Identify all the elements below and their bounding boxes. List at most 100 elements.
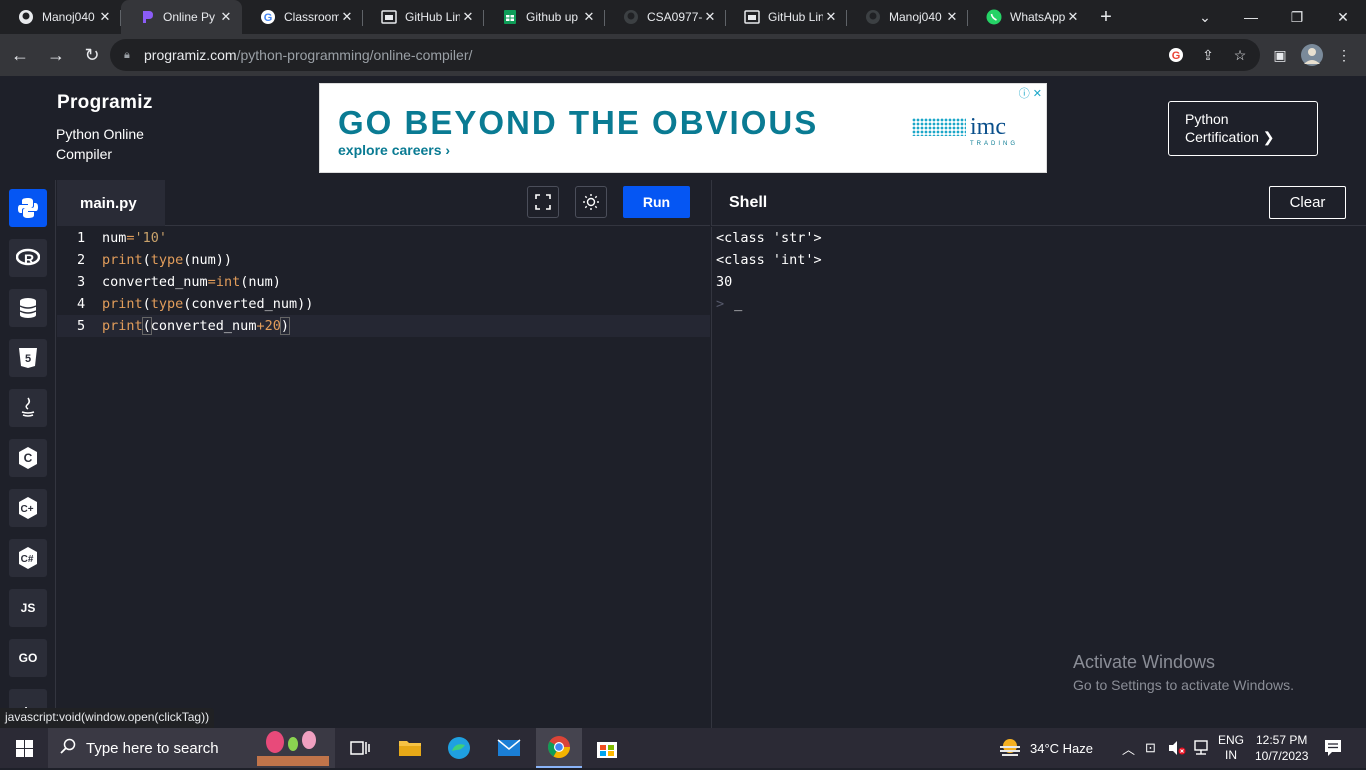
run-button[interactable]: Run — [623, 186, 690, 218]
file-tab-main-py[interactable]: main.py — [57, 180, 165, 226]
notifications-icon[interactable] — [1324, 728, 1342, 768]
close-icon[interactable]: ✕ — [581, 9, 597, 25]
forward-icon[interactable]: → — [40, 39, 72, 71]
clock-date: 10/7/2023 — [1255, 749, 1309, 763]
file-explorer-icon[interactable] — [394, 732, 426, 764]
weather-widget[interactable]: 34°C Haze — [998, 728, 1093, 768]
close-icon[interactable]: ✕ — [339, 9, 355, 25]
cpp-language-icon[interactable]: C+ — [9, 489, 47, 527]
close-icon[interactable]: ✕ — [1065, 9, 1081, 25]
code-line[interactable]: 2 print(type(num)) — [57, 249, 710, 271]
sheets-icon — [502, 9, 518, 25]
close-icon[interactable]: ✕ — [460, 9, 476, 25]
github-icon — [623, 9, 639, 25]
mail-icon[interactable] — [493, 732, 525, 764]
close-icon[interactable]: ✕ — [97, 9, 113, 25]
tab-title: WhatsApp — [1010, 10, 1065, 24]
line-number: 5 — [77, 318, 86, 334]
network-icon[interactable] — [1192, 728, 1210, 768]
tab-1[interactable]: Online Py ✕ — [121, 0, 242, 34]
microsoft-store-icon[interactable] — [591, 732, 623, 764]
haze-sun-icon — [998, 737, 1022, 760]
new-tab-button[interactable]: + — [1089, 0, 1123, 34]
code-line[interactable]: 3 converted_num=int(num) — [57, 271, 710, 293]
tab-3[interactable]: GitHub Lin ✕ — [363, 0, 484, 34]
javascript-icon[interactable]: JS — [9, 589, 47, 627]
show-hidden-icons-chevron-icon[interactable]: ︿ — [1122, 728, 1135, 768]
tab-title: Manoj040 — [42, 10, 95, 24]
reload-icon[interactable]: ↻ — [76, 39, 108, 71]
taskbar-search-box[interactable]: Type here to search — [48, 728, 335, 768]
browser-tab-strip: Manoj040 ✕ Online Py ✕ G Classroom ✕ Git… — [0, 0, 1366, 34]
tab-4[interactable]: Github up ✕ — [484, 0, 605, 34]
sql-database-icon[interactable] — [9, 289, 47, 327]
shell-header: Shell Clear — [711, 180, 1366, 226]
shell-prompt-line[interactable]: > _ — [716, 293, 742, 315]
tab-title: Github up — [526, 10, 579, 24]
url-host: programiz.com — [144, 47, 237, 63]
html5-icon[interactable]: 5 — [9, 339, 47, 377]
go-language-icon[interactable]: GO — [9, 639, 47, 677]
tab-5[interactable]: CSA0977- ✕ — [605, 0, 726, 34]
bookmark-star-icon[interactable]: ☆ — [1226, 41, 1254, 69]
clock[interactable]: 12:57 PM 10/7/2023 — [1255, 728, 1308, 768]
restore-icon[interactable]: ❐ — [1274, 0, 1320, 34]
meet-now-icon[interactable]: ⊡ — [1145, 728, 1156, 768]
chrome-taskbar-icon[interactable] — [536, 728, 582, 768]
shell-cursor: _ — [734, 296, 743, 312]
close-icon[interactable]: ✕ — [218, 9, 234, 25]
r-language-icon[interactable]: R — [9, 239, 47, 277]
task-view-icon[interactable] — [344, 732, 376, 764]
hot-air-balloons-icon — [257, 730, 329, 770]
github-icon — [865, 9, 881, 25]
code-line-current[interactable]: 5 print(converted_num+20) — [57, 315, 710, 337]
volume-muted-icon[interactable] — [1168, 728, 1186, 768]
line-number: 2 — [77, 252, 86, 268]
menu-kebab-icon[interactable]: ⋮ — [1330, 41, 1358, 69]
ad-headline: GO BEYOND THE OBVIOUS — [338, 104, 819, 141]
python-icon[interactable] — [9, 189, 47, 227]
minimize-icon[interactable]: — — [1228, 0, 1274, 34]
ad-dots-graphic — [912, 118, 966, 136]
close-icon[interactable]: ✕ — [944, 9, 960, 25]
programiz-logo[interactable]: Programiz — [57, 92, 153, 114]
whatsapp-icon — [986, 9, 1002, 25]
input-language-indicator[interactable]: ENG IN — [1218, 728, 1244, 768]
tab-7[interactable]: Manoj040 ✕ — [847, 0, 968, 34]
windows-start-icon[interactable] — [0, 728, 48, 768]
svg-text:C+: C+ — [20, 504, 33, 515]
tab-0[interactable]: Manoj040 ✕ — [0, 0, 121, 34]
python-certification-button[interactable]: Python Certification ❯ — [1168, 101, 1318, 156]
code-line[interactable]: 1 num='10' — [57, 227, 710, 249]
ad-info-close-icon[interactable]: ⓘ ✕ — [1019, 85, 1042, 101]
tab-title: Online Py — [163, 10, 216, 24]
profile-avatar-icon[interactable] — [1298, 41, 1326, 69]
tab-6[interactable]: GitHub Lin ✕ — [726, 0, 847, 34]
clear-button[interactable]: Clear — [1269, 186, 1346, 219]
activate-windows-watermark: Activate Windows Go to Settings to activ… — [1073, 652, 1294, 693]
code-editor[interactable]: 1 num='10' 2 print(type(num)) 3 converte… — [57, 227, 710, 728]
address-bar[interactable]: 🔒︎ programiz.com/python-programming/onli… — [110, 39, 1260, 71]
share-icon[interactable]: ⇪ — [1194, 41, 1222, 69]
status-bar-link: javascript:void(window.open(clickTag)) — [0, 708, 215, 728]
close-window-icon[interactable]: ✕ — [1320, 0, 1366, 34]
tab-search-icon[interactable]: ⌄ — [1182, 0, 1228, 34]
side-panel-icon[interactable]: ▣ — [1266, 41, 1294, 69]
line-number: 4 — [77, 296, 86, 312]
ad-brand-logo: imc TRADING — [970, 114, 1018, 147]
back-icon[interactable]: ← — [4, 39, 36, 71]
theme-toggle-sun-icon[interactable] — [575, 186, 607, 218]
java-icon[interactable] — [9, 389, 47, 427]
tab-2[interactable]: G Classroom ✕ — [242, 0, 363, 34]
url-path: /python-programming/online-compiler/ — [236, 47, 473, 63]
csharp-language-icon[interactable]: C# — [9, 539, 47, 577]
close-icon[interactable]: ✕ — [823, 9, 839, 25]
code-line[interactable]: 4 print(type(converted_num)) — [57, 293, 710, 315]
close-icon[interactable]: ✕ — [702, 9, 718, 25]
advertisement-banner[interactable]: GO BEYOND THE OBVIOUS explore careers › … — [319, 83, 1047, 173]
google-lens-icon[interactable]: G — [1162, 41, 1190, 69]
c-language-icon[interactable]: C — [9, 439, 47, 477]
edge-browser-icon[interactable] — [443, 732, 475, 764]
fullscreen-icon[interactable] — [527, 186, 559, 218]
tab-8[interactable]: WhatsApp ✕ — [968, 0, 1089, 34]
